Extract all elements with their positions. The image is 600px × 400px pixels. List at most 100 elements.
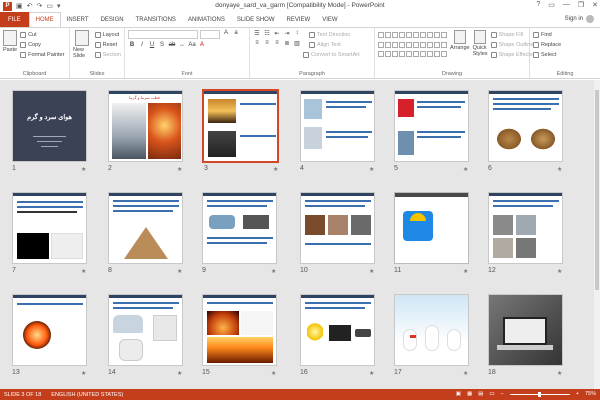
slide-thumbnail-7[interactable]	[12, 192, 87, 264]
shapes-gallery[interactable]	[378, 32, 447, 60]
slide-thumbnail-8[interactable]	[108, 192, 183, 264]
spacing-icon[interactable]: ↔	[178, 42, 186, 50]
undo-icon[interactable]: ↶	[27, 2, 33, 10]
align-text-button[interactable]: Align Text	[309, 40, 341, 50]
slide-thumbnail-16[interactable]	[300, 294, 375, 366]
paste-button[interactable]: Paste	[3, 30, 17, 60]
slide-thumbnail-15[interactable]	[202, 294, 277, 366]
slide-thumbnail-4[interactable]	[300, 90, 375, 162]
reset-button[interactable]: Reset	[94, 40, 121, 50]
slide-thumbnail-14[interactable]	[108, 294, 183, 366]
shape-icon[interactable]	[413, 51, 419, 58]
select-button[interactable]: Select	[533, 50, 597, 60]
shape-icon[interactable]	[420, 32, 426, 38]
tab-insert[interactable]: INSERT	[61, 12, 95, 27]
scrollbar-thumb[interactable]	[595, 90, 599, 290]
change-case-icon[interactable]: Aa	[188, 42, 196, 50]
save-icon[interactable]: ▣	[16, 2, 23, 10]
slide-thumbnail-18[interactable]	[488, 294, 563, 366]
zoom-in-icon[interactable]: +	[576, 391, 579, 397]
shape-icon[interactable]	[406, 32, 412, 38]
text-direction-button[interactable]: Text Direction	[309, 30, 350, 40]
shape-icon[interactable]	[413, 32, 419, 38]
slide-thumbnail-3[interactable]	[202, 89, 279, 163]
shape-icon[interactable]	[434, 41, 440, 48]
cut-button[interactable]: Cut	[20, 30, 64, 40]
find-button[interactable]: Find	[533, 30, 597, 40]
reading-view-icon[interactable]: ▤	[478, 391, 483, 397]
shape-icon[interactable]	[427, 51, 433, 58]
tab-design[interactable]: DESIGN	[95, 12, 130, 27]
decrease-indent-icon[interactable]: ⇤	[273, 30, 281, 38]
restore-icon[interactable]: ❐	[578, 1, 584, 9]
bold-icon[interactable]: B	[128, 42, 136, 50]
slide-thumbnail-13[interactable]	[12, 294, 87, 366]
shape-icon[interactable]	[427, 32, 433, 38]
tab-home[interactable]: HOME	[28, 12, 61, 27]
zoom-level[interactable]: 75%	[585, 391, 596, 397]
shape-icon[interactable]	[385, 51, 391, 58]
tab-file[interactable]: FILE	[0, 12, 29, 27]
shape-icon[interactable]	[427, 41, 433, 48]
slide-thumbnail-10[interactable]	[300, 192, 375, 264]
shape-icon[interactable]	[441, 32, 447, 38]
language-indicator[interactable]: ENGLISH (UNITED STATES)	[51, 392, 123, 398]
shape-icon[interactable]	[385, 41, 391, 48]
align-right-icon[interactable]: ≡	[273, 40, 281, 48]
columns-icon[interactable]: ▥	[293, 40, 301, 48]
shape-icon[interactable]	[378, 41, 384, 48]
slide-thumbnail-12[interactable]	[488, 192, 563, 264]
justify-icon[interactable]: ≣	[283, 40, 291, 48]
bullets-icon[interactable]: ☰	[253, 30, 261, 38]
slideshow-view-icon[interactable]: ▭	[489, 391, 494, 397]
font-size-box[interactable]	[200, 30, 220, 39]
shape-icon[interactable]	[441, 41, 447, 48]
sign-in[interactable]: Sign in	[565, 15, 594, 23]
quick-styles-button[interactable]: Quick Styles	[473, 30, 488, 60]
shape-icon[interactable]	[392, 51, 398, 58]
vertical-scrollbar[interactable]	[594, 80, 600, 389]
shape-icon[interactable]	[399, 32, 405, 38]
shape-icon[interactable]	[413, 41, 419, 48]
ribbon-display-icon[interactable]: ▭	[548, 1, 555, 9]
section-button[interactable]: Section	[94, 50, 121, 60]
align-center-icon[interactable]: ≡	[263, 40, 271, 48]
tab-transitions[interactable]: TRANSITIONS	[130, 12, 182, 27]
increase-indent-icon[interactable]: ⇥	[283, 30, 291, 38]
shape-icon[interactable]	[378, 51, 384, 58]
zoom-slider[interactable]	[509, 391, 570, 397]
slide-thumbnail-1[interactable]: هوای سرد و گرم	[12, 90, 87, 162]
shape-outline-button[interactable]: Shape Outline	[490, 40, 533, 50]
zoom-out-icon[interactable]: −	[501, 391, 504, 397]
slide-thumbnail-2[interactable]: قطب سرما و گرما	[108, 90, 183, 162]
shape-icon[interactable]	[420, 51, 426, 58]
shape-icon[interactable]	[420, 41, 426, 48]
align-left-icon[interactable]: ≡	[253, 40, 261, 48]
slide-thumbnail-11[interactable]	[394, 192, 469, 264]
slide-thumbnail-9[interactable]	[202, 192, 277, 264]
tab-view[interactable]: VIEW	[316, 12, 343, 27]
shrink-font-icon[interactable]: a	[232, 30, 240, 38]
shape-icon[interactable]	[392, 32, 398, 38]
shape-icon[interactable]	[399, 51, 405, 58]
normal-view-icon[interactable]: ▣	[456, 391, 461, 397]
redo-icon[interactable]: ↷	[37, 2, 43, 10]
slide-thumbnail-17[interactable]	[394, 294, 469, 366]
arrange-button[interactable]: Arrange	[450, 30, 470, 60]
shape-icon[interactable]	[399, 41, 405, 48]
shape-icon[interactable]	[434, 51, 440, 58]
strikethrough-icon[interactable]: ab	[168, 42, 176, 50]
tab-animations[interactable]: ANIMATIONS	[182, 12, 231, 27]
slide-thumbnail-5[interactable]	[394, 90, 469, 162]
present-icon[interactable]: ▭	[46, 2, 53, 10]
shape-icon[interactable]	[406, 41, 412, 48]
italic-icon[interactable]: I	[138, 42, 146, 50]
numbering-icon[interactable]: ☷	[263, 30, 271, 38]
tab-slide-show[interactable]: SLIDE SHOW	[231, 12, 281, 27]
underline-icon[interactable]: U	[148, 42, 156, 50]
customize-qat-icon[interactable]: ▾	[57, 2, 61, 10]
close-icon[interactable]: ✕	[592, 1, 598, 9]
slide-thumbnail-6[interactable]	[488, 90, 563, 162]
shape-icon[interactable]	[441, 51, 447, 58]
font-name-box[interactable]	[128, 30, 198, 39]
